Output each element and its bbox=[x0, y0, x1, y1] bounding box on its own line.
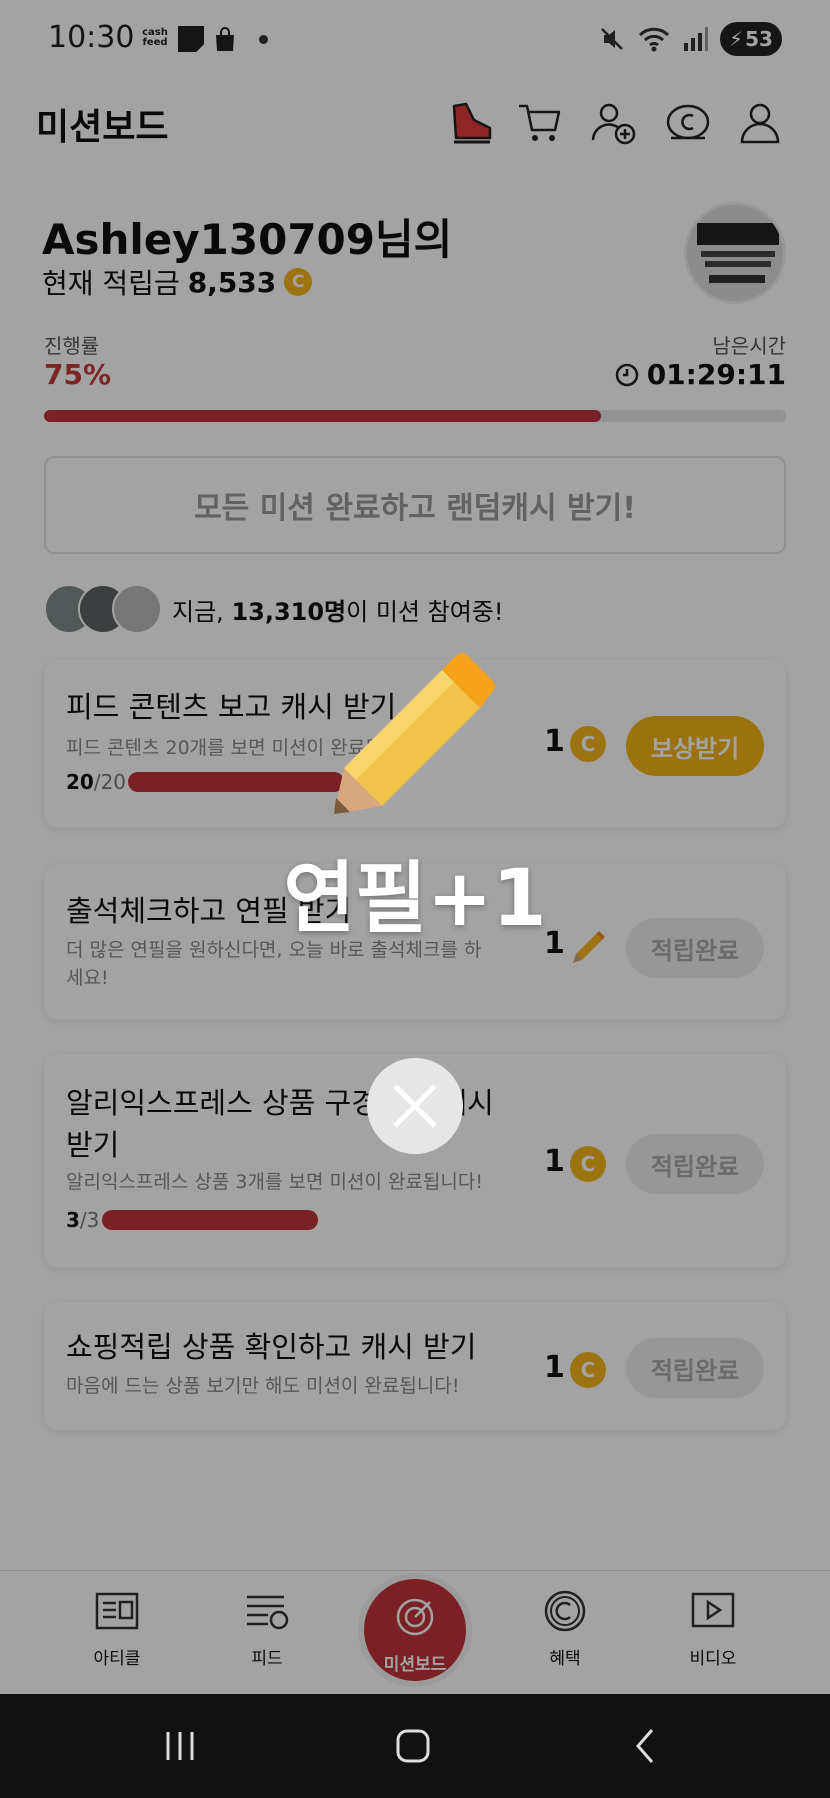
home-icon[interactable] bbox=[393, 1726, 433, 1766]
reward-message: 연필+1 bbox=[283, 854, 547, 944]
pencil-icon bbox=[334, 653, 495, 814]
close-button[interactable] bbox=[367, 1058, 463, 1154]
system-navigation-bar bbox=[0, 1694, 830, 1798]
reward-popup-overlay[interactable]: 연필+1 bbox=[0, 0, 830, 1694]
recent-apps-icon[interactable] bbox=[160, 1726, 200, 1766]
back-icon[interactable] bbox=[626, 1726, 666, 1766]
close-icon bbox=[393, 1084, 437, 1128]
